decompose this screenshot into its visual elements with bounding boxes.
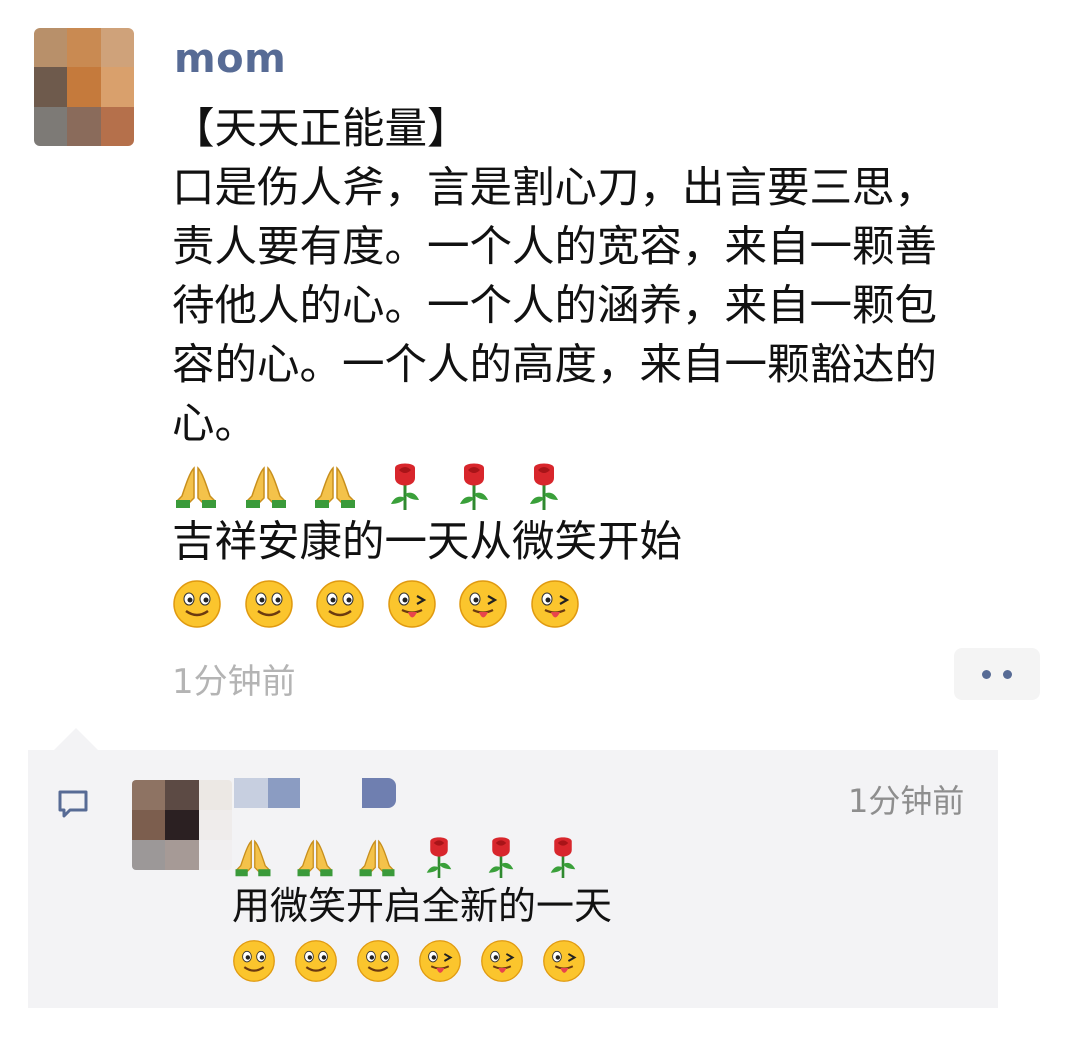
pray-icon <box>356 836 398 878</box>
post-emoji-row-2 <box>172 572 1052 631</box>
wink-tongue-icon <box>387 579 437 629</box>
smile-icon <box>232 939 276 983</box>
post-line: 待他人的心。一个人的涵养，来自一颗包 <box>172 282 938 331</box>
post-text: 【天天正能量】 口是伤人斧，言是割心刀，出言要三思， 责人要有度。一个人的宽容，… <box>172 100 1052 631</box>
post-closing-line: 吉祥安康的一天从微笑开始 <box>172 518 683 567</box>
poster-name[interactable]: mom <box>174 36 286 82</box>
rose-icon <box>480 834 522 880</box>
commenter-name[interactable] <box>234 778 396 808</box>
more-dot-icon <box>982 669 991 679</box>
wink-tongue-icon <box>542 939 586 983</box>
post-line: 容的心。一个人的高度，来自一颗豁达的 <box>172 341 938 390</box>
post-timestamp: 1分钟前 <box>172 662 296 702</box>
pray-icon <box>172 462 220 510</box>
comment-emoji-row-1 <box>232 828 972 880</box>
comment-timestamp: 1分钟前 <box>848 782 965 820</box>
comment-area-caret <box>54 728 98 750</box>
smile-icon <box>294 939 338 983</box>
poster-avatar[interactable] <box>34 28 134 146</box>
comment-text: 用微笑开启全新的一天 <box>232 828 972 984</box>
smile-icon <box>315 579 365 629</box>
rose-icon <box>418 834 460 880</box>
commenter-avatar[interactable] <box>132 780 232 870</box>
pray-icon <box>294 836 336 878</box>
post-line: 责人要有度。一个人的宽容，来自一颗善 <box>172 223 938 272</box>
smile-icon <box>244 579 294 629</box>
more-dot-icon <box>1003 669 1012 679</box>
post-line: 口是伤人斧，言是割心刀，出言要三思， <box>172 164 938 213</box>
smile-icon <box>356 939 400 983</box>
pray-icon <box>232 836 274 878</box>
rose-icon <box>381 460 429 512</box>
rose-icon <box>450 460 498 512</box>
wink-tongue-icon <box>458 579 508 629</box>
rose-icon <box>542 834 584 880</box>
smile-icon <box>172 579 222 629</box>
rose-icon <box>520 460 568 512</box>
comment-emoji-row-2 <box>232 932 972 984</box>
wink-tongue-icon <box>418 939 462 983</box>
comment-icon <box>58 790 88 818</box>
post-line: 【天天正能量】 <box>172 105 470 154</box>
more-actions-button[interactable] <box>954 648 1040 700</box>
pray-icon <box>311 462 359 510</box>
wink-tongue-icon <box>480 939 524 983</box>
post-line: 心。 <box>172 400 258 449</box>
post-emoji-row-1 <box>172 454 1052 513</box>
pray-icon <box>242 462 290 510</box>
comment-line: 用微笑开启全新的一天 <box>232 884 613 928</box>
wink-tongue-icon <box>530 579 580 629</box>
